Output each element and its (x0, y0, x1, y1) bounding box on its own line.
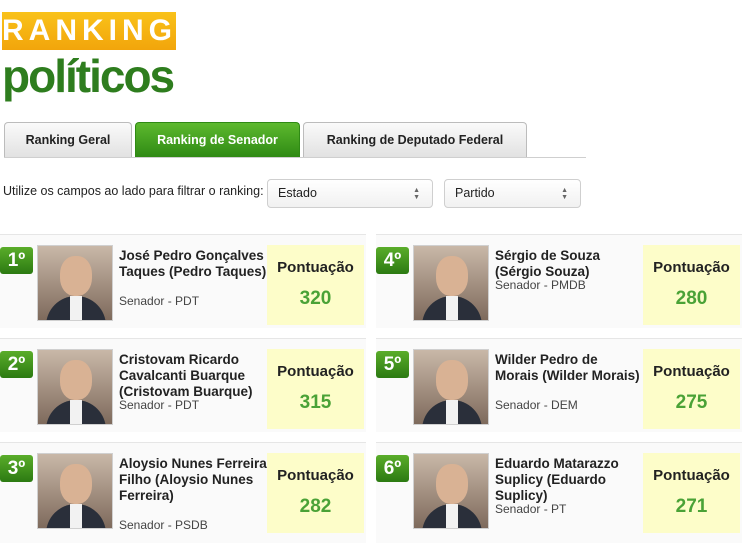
ranking-card[interactable]: 1º José Pedro Gonçalves Taques (Pedro Ta… (0, 234, 366, 328)
senator-name[interactable]: José Pedro Gonçalves Taques (Pedro Taque… (119, 248, 267, 280)
score-box: Pontuação 271 (643, 453, 740, 533)
tab-ranking-geral[interactable]: Ranking Geral (4, 122, 132, 157)
senator-role: Senador - PT (495, 502, 567, 516)
senator-photo[interactable] (413, 245, 489, 321)
senator-role: Senador - PMDB (495, 278, 586, 292)
senator-photo[interactable] (413, 349, 489, 425)
score-value: 271 (675, 496, 708, 517)
score-label: Pontuação (277, 259, 354, 276)
score-box: Pontuação 320 (267, 245, 364, 325)
senator-name[interactable]: Eduardo Matarazzo Suplicy (Eduardo Supli… (495, 456, 643, 504)
estado-select[interactable]: Estado ▲ ▼ (267, 179, 433, 208)
score-box: Pontuação 280 (643, 245, 740, 325)
senator-name[interactable]: Aloysio Nunes Ferreira Filho (Aloysio Nu… (119, 456, 267, 504)
senator-role: Senador - PSDB (119, 518, 208, 532)
tab-ranking-deputado-federal[interactable]: Ranking de Deputado Federal (303, 122, 527, 157)
rank-badge: 1º (0, 247, 33, 274)
score-label: Pontuação (653, 363, 730, 380)
senator-photo[interactable] (37, 245, 113, 321)
logo-ranking-text: RANKING (2, 12, 176, 50)
ranking-card[interactable]: 6º Eduardo Matarazzo Suplicy (Eduardo Su… (376, 442, 742, 543)
score-value: 282 (299, 496, 332, 517)
score-value: 320 (299, 288, 332, 309)
senator-photo[interactable] (37, 349, 113, 425)
partido-select[interactable]: Partido ▲ ▼ (444, 179, 581, 208)
senator-role: Senador - DEM (495, 398, 578, 412)
score-value: 315 (299, 392, 332, 413)
partido-select-value: Partido (455, 186, 495, 200)
rank-badge: 5º (376, 351, 409, 378)
score-label: Pontuação (653, 467, 730, 484)
ranking-card[interactable]: 4º Sérgio de Souza (Sérgio Souza) Senado… (376, 234, 742, 328)
rank-badge: 6º (376, 455, 409, 482)
rank-badge: 2º (0, 351, 33, 378)
ranking-card[interactable]: 3º Aloysio Nunes Ferreira Filho (Aloysio… (0, 442, 366, 543)
score-value: 280 (675, 288, 708, 309)
senator-name[interactable]: Cristovam Ricardo Cavalcanti Buarque (Cr… (119, 352, 267, 400)
filter-instructions: Utilize os campos ao lado para filtrar o… (3, 184, 264, 198)
score-box: Pontuação 315 (267, 349, 364, 429)
select-arrows-icon: ▲ ▼ (561, 187, 568, 201)
score-label: Pontuação (653, 259, 730, 276)
estado-select-value: Estado (278, 186, 317, 200)
tabs-divider (4, 157, 586, 158)
senator-name[interactable]: Wilder Pedro de Morais (Wilder Morais) (495, 352, 643, 384)
score-box: Pontuação 282 (267, 453, 364, 533)
senator-name[interactable]: Sérgio de Souza (Sérgio Souza) (495, 248, 643, 280)
score-label: Pontuação (277, 363, 354, 380)
select-arrows-icon: ▲ ▼ (413, 187, 420, 201)
senator-role: Senador - PDT (119, 294, 200, 308)
senator-role: Senador - PDT (119, 398, 200, 412)
ranking-card[interactable]: 5º Wilder Pedro de Morais (Wilder Morais… (376, 338, 742, 432)
tab-ranking-senador[interactable]: Ranking de Senador (135, 122, 300, 157)
logo-politicos-text: políticos (2, 50, 175, 102)
senator-photo[interactable] (413, 453, 489, 529)
rank-badge: 3º (0, 455, 33, 482)
score-label: Pontuação (277, 467, 354, 484)
score-value: 275 (675, 392, 708, 413)
senator-photo[interactable] (37, 453, 113, 529)
ranking-card[interactable]: 2º Cristovam Ricardo Cavalcanti Buarque … (0, 338, 366, 432)
score-box: Pontuação 275 (643, 349, 740, 429)
rank-badge: 4º (376, 247, 409, 274)
ranking-politicos-logo[interactable]: RANKING políticos (2, 12, 178, 104)
